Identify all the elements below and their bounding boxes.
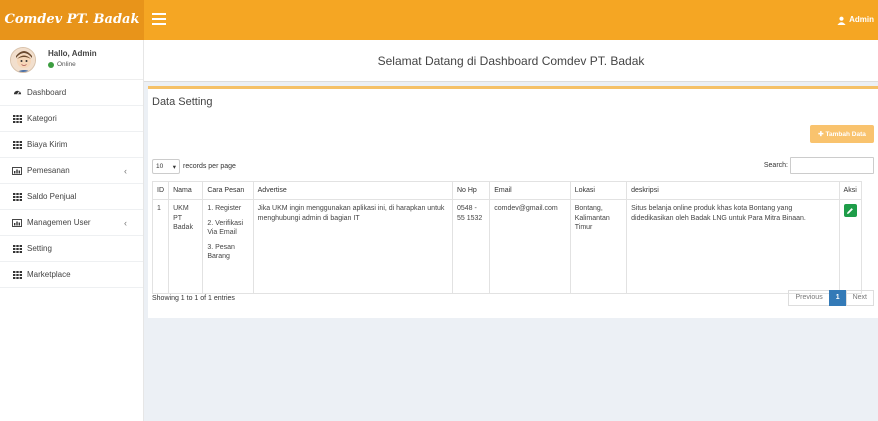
column-header-deskripsi[interactable]: deskripsi bbox=[626, 180, 840, 201]
table-row: 1 UKM PT Badak 1. Register 2. Verifikasi… bbox=[151, 199, 863, 295]
cell-cara-pesan: 1. Register 2. Verifikasi Via Email 3. P… bbox=[202, 199, 254, 295]
add-data-label: Tambah Data bbox=[825, 130, 866, 138]
user-greeting: Hallo, Admin bbox=[48, 49, 97, 58]
user-status-label: Online bbox=[57, 61, 76, 68]
search-area: Search: bbox=[764, 157, 874, 174]
plus-icon: ✚ bbox=[818, 131, 824, 138]
cell-nama: UKM PT Badak bbox=[168, 199, 204, 295]
table-icon bbox=[12, 140, 22, 149]
sidebar-item-pemesanan[interactable]: Pemesanan ‹ bbox=[0, 158, 143, 184]
cara-pesan-step: 1. Register bbox=[207, 205, 242, 213]
sidebar-item-saldo-penjual[interactable]: Saldo Penjual bbox=[0, 184, 143, 210]
search-input[interactable] bbox=[790, 157, 874, 174]
sidebar-item-label: Marketplace bbox=[27, 270, 71, 279]
sidebar-item-label: Biaya Kirim bbox=[27, 140, 68, 149]
avatar bbox=[10, 47, 36, 73]
cell-advertise: Jika UKM ingin menggunakan aplikasi ini,… bbox=[252, 199, 453, 295]
chevron-left-icon: ‹ bbox=[124, 165, 127, 176]
user-menu[interactable]: Admin bbox=[837, 0, 874, 40]
table-icon bbox=[12, 114, 22, 123]
sidebar-item-biaya-kirim[interactable]: Biaya Kirim bbox=[0, 132, 143, 158]
sidebar-item-managemen-user[interactable]: Managemen User ‹ bbox=[0, 210, 143, 236]
column-header-nama[interactable]: Nama bbox=[168, 180, 204, 201]
records-per-page-select[interactable]: 10 ▾ bbox=[152, 159, 180, 174]
top-navbar: Comdev PT. Badak Admin bbox=[0, 0, 878, 40]
table-icon bbox=[12, 192, 22, 201]
chart-icon bbox=[12, 166, 22, 175]
sidebar-item-kategori[interactable]: Kategori bbox=[0, 106, 143, 132]
user-panel: Hallo, Admin Online bbox=[0, 40, 143, 80]
data-table: ID Nama Cara Pesan Advertise No Hp Email… bbox=[151, 180, 863, 295]
app-logo[interactable]: Comdev PT. Badak bbox=[0, 0, 144, 40]
page-title: Selamat Datang di Dashboard Comdev PT. B… bbox=[144, 40, 878, 82]
hamburger-menu-icon[interactable] bbox=[152, 13, 166, 25]
sidebar-item-label: Dashboard bbox=[27, 88, 67, 97]
cell-email: comdev@gmail.com bbox=[489, 199, 571, 295]
pencil-icon bbox=[847, 208, 853, 214]
sidebar-item-label: Setting bbox=[27, 244, 52, 253]
sidebar: Hallo, Admin Online Dashboard Kategori B… bbox=[0, 40, 144, 421]
sidebar-item-label: Kategori bbox=[27, 114, 57, 123]
sidebar-item-label: Pemesanan bbox=[27, 166, 70, 175]
box-title: Data Setting bbox=[152, 96, 213, 108]
user-menu-label: Admin bbox=[849, 15, 874, 24]
cell-id: 1 bbox=[151, 199, 170, 295]
column-header-no-hp[interactable]: No Hp bbox=[451, 180, 491, 201]
pagination: Previous 1 Next bbox=[788, 290, 874, 306]
edit-button[interactable] bbox=[843, 204, 857, 218]
column-header-email[interactable]: Email bbox=[489, 180, 571, 201]
chevron-left-icon: ‹ bbox=[124, 217, 127, 228]
cell-deskripsi: Situs belanja online produk khas kota Bo… bbox=[626, 199, 840, 295]
records-per-page-label: records per page bbox=[183, 163, 236, 170]
dashboard-icon bbox=[12, 88, 22, 97]
records-per-page-value: 10 bbox=[156, 163, 164, 170]
pagination-next[interactable]: Next bbox=[845, 290, 874, 306]
table-icon bbox=[12, 244, 22, 253]
cara-pesan-step: 3. Pesan Barang bbox=[207, 243, 235, 261]
sidebar-item-dashboard[interactable]: Dashboard bbox=[0, 80, 143, 106]
cell-aksi bbox=[838, 199, 863, 295]
sidebar-item-marketplace[interactable]: Marketplace bbox=[0, 262, 143, 288]
pagination-previous[interactable]: Previous bbox=[788, 290, 830, 306]
sidebar-item-setting[interactable]: Setting bbox=[0, 236, 143, 262]
table-info: Showing 1 to 1 of 1 entries bbox=[152, 295, 235, 302]
caret-down-icon: ▾ bbox=[172, 163, 176, 171]
search-label: Search: bbox=[763, 162, 788, 169]
user-icon bbox=[837, 16, 846, 25]
sidebar-item-label: Saldo Penjual bbox=[27, 192, 77, 201]
add-data-button[interactable]: ✚ Tambah Data bbox=[810, 125, 874, 143]
cara-pesan-step: 2. Verifikasi Via Email bbox=[207, 219, 244, 237]
online-dot-icon bbox=[48, 61, 54, 68]
column-header-lokasi[interactable]: Lokasi bbox=[569, 180, 628, 201]
cell-lokasi: Bontang, Kalimantan Timur bbox=[569, 199, 628, 295]
column-header-cara-pesan[interactable]: Cara Pesan bbox=[202, 180, 254, 201]
pagination-page[interactable]: 1 bbox=[828, 290, 847, 306]
table-icon bbox=[12, 270, 22, 279]
column-header-advertise[interactable]: Advertise bbox=[252, 180, 453, 201]
chart-icon bbox=[12, 218, 22, 227]
table-header-row: ID Nama Cara Pesan Advertise No Hp Email… bbox=[151, 180, 863, 201]
column-header-aksi: Aksi bbox=[838, 180, 863, 201]
cell-no-hp: 0548 - 55 1532 bbox=[451, 199, 491, 295]
user-status: Online bbox=[48, 61, 76, 68]
records-per-page: 10 ▾ records per page bbox=[152, 159, 236, 174]
data-setting-box: Data Setting ✚ Tambah Data 10 ▾ records … bbox=[148, 86, 878, 318]
column-header-id[interactable]: ID bbox=[151, 180, 170, 201]
sidebar-item-label: Managemen User bbox=[27, 218, 91, 227]
